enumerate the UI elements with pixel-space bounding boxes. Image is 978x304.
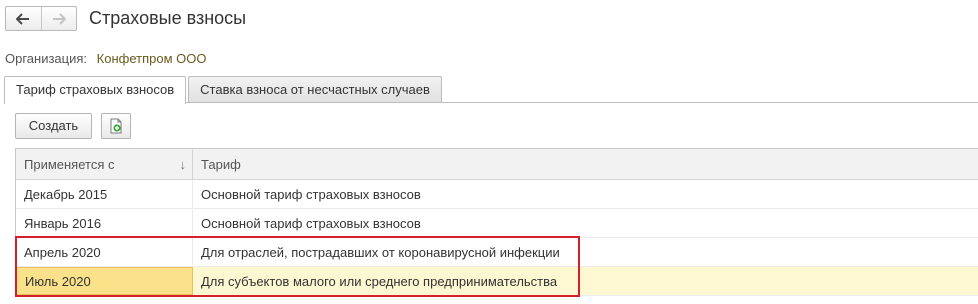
tab-insurance-tariff[interactable]: Тариф страховых взносов [4,76,187,104]
table-row[interactable]: Декабрь 2015 Основной тариф страховых вз… [16,180,978,209]
column-header-label: Применяется с [24,156,115,172]
create-button[interactable]: Создать [15,113,92,139]
cell-tariff: Основной тариф страховых взносов [201,186,421,202]
cell-tariff: Для отраслей, пострадавших от коронавиру… [201,244,560,260]
tab-accident-rate[interactable]: Ставка взноса от несчастных случаев [188,76,442,103]
tariff-table: Применяется с ↓ Тариф Декабрь 2015 Основ… [15,148,978,296]
organization-field: Организация: Конфетпром ООО [5,51,206,67]
column-header-label: Тариф [201,156,241,172]
sort-descending-icon: ↓ [179,157,187,172]
column-header-tariff[interactable]: Тариф [193,149,978,179]
table-row-selected[interactable]: Июль 2020 Для субъектов малого или средн… [16,267,978,296]
table-row[interactable]: Апрель 2020 Для отраслей, пострадавших о… [16,238,978,267]
copy-button[interactable] [101,113,131,139]
navigation-buttons [5,6,77,31]
back-button[interactable] [6,7,41,30]
column-header-applies-from[interactable]: Применяется с ↓ [16,149,193,179]
page-title: Страховые взносы [89,8,247,28]
copy-document-icon [110,118,122,134]
cell-date: Декабрь 2015 [16,180,193,208]
cell-tariff: Основной тариф страховых взносов [201,215,421,231]
table-row[interactable]: Январь 2016 Основной тариф страховых взн… [16,209,978,238]
cell-date: Июль 2020 [16,267,193,295]
cell-date: Апрель 2020 [16,238,193,266]
organization-link[interactable]: Конфетпром ООО [97,51,207,66]
tab-bar: Тариф страховых взносов Ставка взноса от… [4,76,442,104]
arrow-right-icon [52,12,66,25]
forward-button[interactable] [40,7,77,30]
organization-label: Организация: [5,51,88,66]
arrow-left-icon [16,12,30,25]
table-header: Применяется с ↓ Тариф [16,149,978,180]
cell-tariff: Для субъектов малого или среднего предпр… [201,273,558,289]
cell-date: Январь 2016 [16,209,193,237]
